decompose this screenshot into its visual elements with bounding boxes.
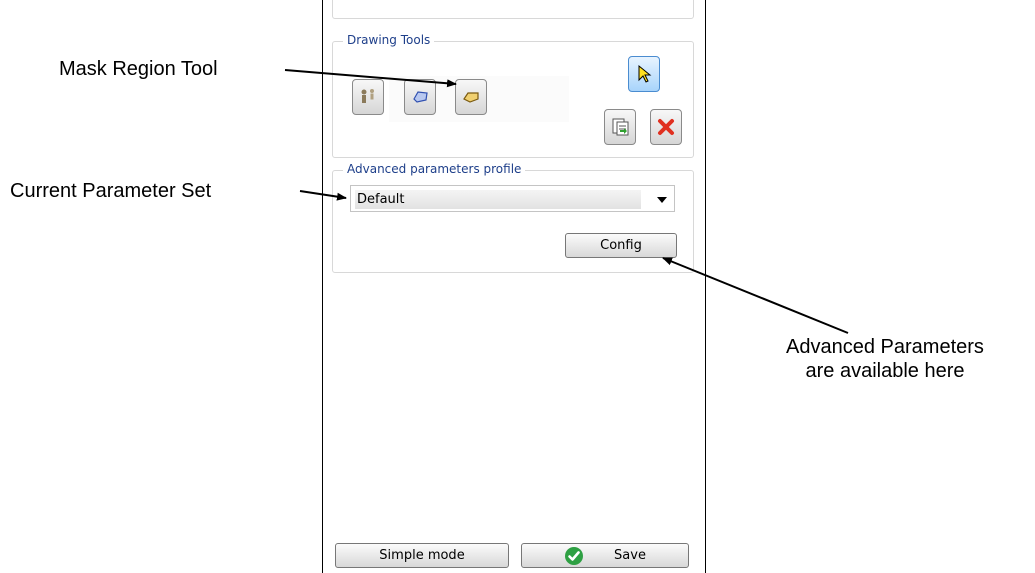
drawing-tools-group: Drawing Tools (332, 33, 694, 158)
copy-button[interactable] (604, 109, 636, 145)
advanced-parameters-callout-line1: Advanced Parameters (786, 336, 984, 358)
region-tool-button[interactable] (404, 79, 436, 115)
drawing-tools-title: Drawing Tools (343, 33, 435, 47)
pointer-tool-button[interactable] (628, 56, 660, 92)
current-parameter-set-callout: Current Parameter Set (10, 180, 212, 202)
person-icon (361, 89, 374, 103)
person-tool-button[interactable] (352, 79, 384, 115)
pointer-icon (638, 64, 652, 83)
delete-button[interactable] (650, 109, 682, 145)
save-label: Save (614, 548, 646, 563)
advanced-parameters-callout-line2: are available here (805, 360, 965, 382)
advanced-parameters-callout: Advanced Parameters are available here (740, 335, 1030, 383)
side-panel: Drawing Tools Advanced parameters profil… (322, 0, 706, 573)
save-button[interactable]: Save (521, 543, 689, 568)
copy-icon (612, 118, 629, 136)
dropdown-arrow-icon (657, 197, 667, 203)
parameter-profile-value: Default (355, 190, 641, 209)
config-button[interactable]: Config (565, 233, 677, 258)
advanced-parameters-title: Advanced parameters profile (343, 162, 526, 176)
top-group-edge (332, 0, 694, 19)
advanced-parameters-group: Advanced parameters profile Default Conf… (332, 162, 694, 273)
parameter-profile-select[interactable]: Default (350, 185, 675, 212)
mask-region-tool-button[interactable] (455, 79, 487, 115)
checkmark-icon (565, 546, 584, 565)
region-icon (413, 91, 428, 103)
simple-mode-button[interactable]: Simple mode (335, 543, 509, 568)
simple-mode-label: Simple mode (379, 548, 465, 563)
mask-region-tool-callout: Mask Region Tool (59, 58, 218, 80)
mask-region-icon (463, 92, 479, 103)
delete-icon (658, 119, 674, 135)
